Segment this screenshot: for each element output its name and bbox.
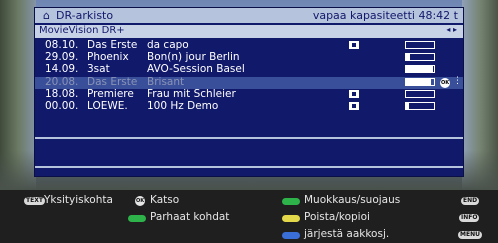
panel-header: ⌂ DR-arkisto vapaa kapasiteetti 48:42 t xyxy=(35,8,463,23)
recording-title: Frau mit Schleier xyxy=(147,87,236,100)
panel-title: DR-arkisto xyxy=(56,9,114,22)
ok-icon[interactable]: OK xyxy=(440,77,450,88)
recording-title: Brisant xyxy=(147,75,185,88)
source-switch-arrows[interactable]: ◂ ▸ xyxy=(446,25,457,34)
recording-channel: Das Erste xyxy=(87,75,138,88)
edit-protect-label: Muokkaus/suojaus xyxy=(304,194,401,206)
help-bar: TEXT Yksityiskohta OK Katso Parhaat kohd… xyxy=(0,190,498,243)
end-key-icon[interactable]: END xyxy=(461,197,480,205)
progress-fill xyxy=(406,54,411,61)
recording-channel: Das Erste xyxy=(87,39,138,51)
text-key-icon[interactable]: TEXT xyxy=(24,197,45,205)
recording-title: Bon(n) jour Berlin xyxy=(147,51,240,64)
recording-date: 20.08. xyxy=(45,75,79,88)
highlights-label: Parhaat kohdat xyxy=(150,211,230,223)
ok-key-icon[interactable]: OK xyxy=(135,196,145,206)
recordings-list: 08.10. Das Erste da capo 29.09. Phoenix … xyxy=(35,39,463,113)
document-icon xyxy=(349,101,359,110)
menu-key-icon[interactable]: MENU xyxy=(458,231,482,239)
recording-date: 18.08. xyxy=(45,87,79,100)
progress-bar xyxy=(405,53,435,62)
recording-date: 14.09. xyxy=(45,63,79,76)
recording-title: 100 Hz Demo xyxy=(147,99,219,112)
yellow-key-icon[interactable] xyxy=(282,215,300,222)
details-label: Yksityiskohta xyxy=(44,194,113,206)
recording-title: AVO-Session Basel xyxy=(147,63,245,76)
folder-icon: ⌂ xyxy=(43,9,50,22)
recording-channel: LOEWE. xyxy=(87,99,128,112)
progress-bar xyxy=(405,101,435,110)
green-key-icon[interactable] xyxy=(282,198,300,205)
blue-key-icon[interactable] xyxy=(282,232,300,239)
recording-channel: Premiere xyxy=(87,87,134,100)
lock-icon xyxy=(349,89,359,98)
source-name: MovieVision DR+ xyxy=(39,25,125,36)
recording-date: 00.00. xyxy=(45,99,79,112)
recording-date: 08.10. xyxy=(45,39,79,51)
recording-row[interactable]: 00.00. LOEWE. 100 Hz Demo xyxy=(35,99,463,113)
pause-icon xyxy=(349,41,359,49)
watch-label: Katso xyxy=(150,194,180,206)
progress-fill xyxy=(406,78,432,85)
delete-copy-label: Poista/kopioi xyxy=(304,211,370,223)
more-options-icon[interactable]: ⋮ xyxy=(453,76,462,86)
recording-title: da capo xyxy=(147,39,189,51)
progress-bar xyxy=(405,41,435,49)
capacity-status: vapaa kapasiteetti 48:42 t xyxy=(312,9,458,22)
recording-date: 29.09. xyxy=(45,51,79,64)
recording-channel: Phoenix xyxy=(87,51,129,64)
progress-fill xyxy=(406,66,433,73)
info-key-icon[interactable]: INFO xyxy=(459,214,480,222)
progress-bar xyxy=(405,89,435,98)
recording-channel: 3sat xyxy=(87,63,110,76)
progress-bar xyxy=(405,77,435,86)
play-key-icon[interactable] xyxy=(128,215,146,222)
list-divider xyxy=(35,137,463,139)
progress-fill xyxy=(406,102,409,109)
sort-alpha-label: järjestä aakkosj. xyxy=(304,228,390,240)
list-bottom-divider xyxy=(35,166,463,168)
progress-bar xyxy=(405,65,435,74)
source-subheader[interactable]: MovieVision DR+ ◂ ▸ xyxy=(35,25,463,38)
archive-panel: ⌂ DR-arkisto vapaa kapasiteetti 48:42 t … xyxy=(34,7,464,177)
